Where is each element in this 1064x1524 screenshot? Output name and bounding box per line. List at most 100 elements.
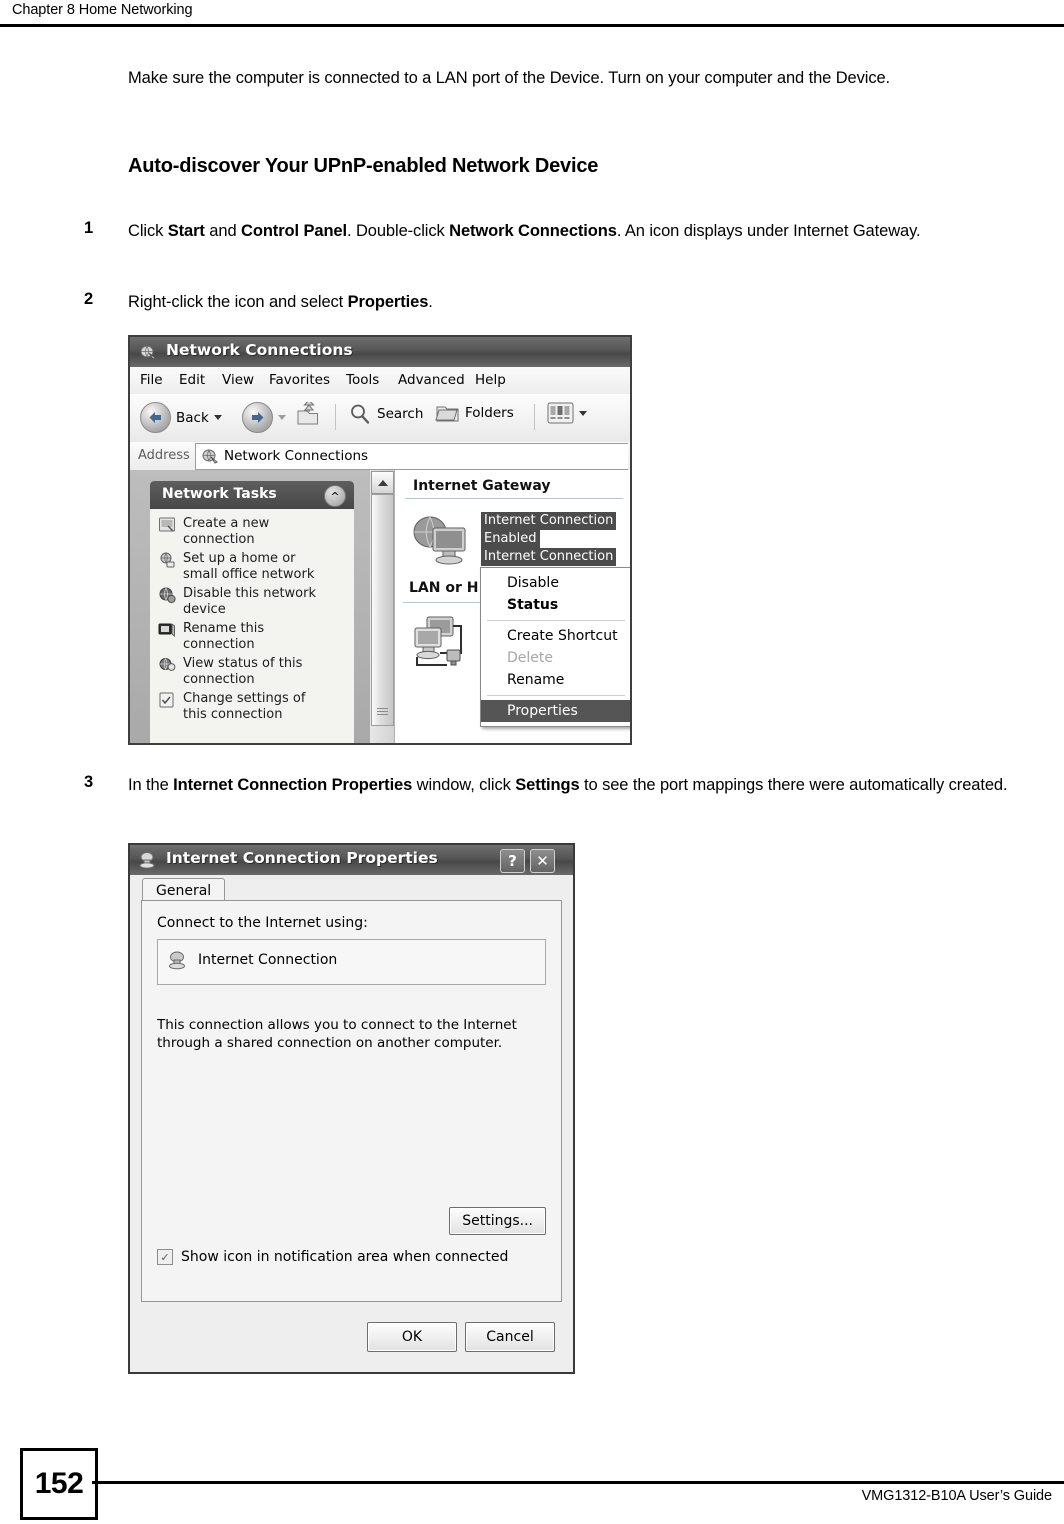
step-1-part-1: Click bbox=[128, 222, 168, 240]
search-button[interactable]: Search bbox=[348, 402, 423, 426]
up-button[interactable] bbox=[295, 402, 321, 428]
ok-button[interactable]: OK bbox=[367, 1322, 457, 1352]
page-number: 152 bbox=[34, 1467, 84, 1500]
dialog-title: Internet Connection Properties bbox=[166, 849, 438, 867]
rename-icon bbox=[158, 622, 175, 638]
task-disable-network-device[interactable]: Disable this network device bbox=[158, 586, 348, 618]
menu-item-edit[interactable]: Edit bbox=[179, 372, 205, 388]
step-3-part-1: In the bbox=[128, 776, 174, 794]
context-menu-item-disable[interactable]: Disable bbox=[481, 572, 630, 594]
connection-list-item[interactable]: Internet Connection bbox=[168, 950, 337, 970]
step-3-part-2: window, click bbox=[412, 776, 516, 794]
footer-divider bbox=[92, 1481, 1064, 1484]
step-3-part-3: to see the port mappings there were auto… bbox=[579, 776, 1008, 794]
show-icon-checkbox[interactable]: ✓ bbox=[157, 1249, 173, 1265]
chevron-up-icon[interactable]: ^ bbox=[324, 485, 346, 507]
show-icon-checkbox-label: Show icon in notification area when conn… bbox=[181, 1249, 509, 1265]
internet-connection-icon bbox=[169, 951, 185, 970]
internet-connection-icon bbox=[139, 852, 155, 869]
task-view-status[interactable]: View status of this connection bbox=[158, 656, 348, 688]
menu-item-tools[interactable]: Tools bbox=[346, 372, 379, 388]
cancel-button[interactable]: Cancel bbox=[465, 1322, 555, 1352]
step-3-number: 3 bbox=[84, 773, 94, 791]
up-folder-icon bbox=[297, 402, 318, 425]
connection-item-lan[interactable] bbox=[407, 612, 479, 678]
forward-dropdown-chevron-down-icon[interactable] bbox=[278, 415, 286, 420]
network-connections-icon bbox=[140, 345, 156, 360]
scrollbar-thumb[interactable] bbox=[371, 494, 394, 726]
task-label: Set up a home or small office network bbox=[183, 551, 315, 582]
task-label: Disable this network device bbox=[183, 586, 317, 617]
context-menu: Disable Status Create Shortcut Delete Re… bbox=[480, 567, 630, 727]
chevron-up-icon bbox=[377, 479, 388, 486]
step-1-bold-network-connections: Network Connections bbox=[449, 222, 617, 240]
address-bar: Address Network Connections bbox=[130, 442, 630, 471]
page-header: Chapter 8 Home Networking bbox=[0, 0, 1064, 27]
forward-button[interactable] bbox=[242, 402, 286, 433]
task-setup-home-network[interactable]: Set up a home or small office network bbox=[158, 551, 348, 583]
connection-list-item-label: Internet Connection bbox=[198, 952, 338, 968]
menu-item-view[interactable]: View bbox=[222, 372, 254, 388]
connection-device: Internet Connection bbox=[481, 548, 617, 566]
dialog-footer: OK Cancel bbox=[130, 1304, 573, 1372]
task-label: Create a new connection bbox=[183, 516, 270, 547]
window-titlebar: Network Connections bbox=[130, 337, 630, 367]
task-label: Change settings of this connection bbox=[183, 691, 306, 722]
step-2-bold-properties: Properties bbox=[347, 293, 429, 311]
menu-item-advanced[interactable]: Advanced bbox=[398, 372, 465, 388]
step-3-text: In the Internet Connection Properties wi… bbox=[128, 773, 1048, 798]
back-arrow-icon bbox=[140, 402, 171, 433]
connection-name: Internet Connection bbox=[481, 512, 617, 530]
context-menu-item-create-shortcut[interactable]: Create Shortcut bbox=[481, 625, 630, 647]
show-icon-checkbox-row[interactable]: ✓ Show icon in notification area when co… bbox=[157, 1249, 508, 1265]
connection-description: This connection allows you to connect to… bbox=[157, 1017, 517, 1051]
help-button[interactable]: ? bbox=[500, 849, 525, 873]
task-create-new-connection[interactable]: Create a new connection bbox=[158, 516, 348, 548]
step-1-part-4: . An icon displays under Internet Gatewa… bbox=[616, 222, 921, 240]
connection-status: Enabled bbox=[481, 530, 540, 548]
lan-connection-icon bbox=[414, 616, 462, 666]
network-tasks-list: Create a new connection Set up a home or… bbox=[150, 509, 354, 723]
window-title: Network Connections bbox=[166, 341, 353, 359]
back-dropdown-chevron-down-icon[interactable] bbox=[213, 415, 222, 420]
folders-button[interactable]: Folders bbox=[435, 402, 514, 424]
menu-item-file[interactable]: File bbox=[140, 372, 163, 388]
step-1-part-2: and bbox=[204, 222, 242, 240]
page-title: Auto-discover Your UPnP-enabled Network … bbox=[128, 155, 599, 177]
connection-listbox[interactable]: Internet Connection bbox=[157, 939, 546, 985]
group-divider-1 bbox=[405, 498, 623, 499]
internet-connection-properties-dialog-screenshot: Internet Connection Properties ? ✕ Gener… bbox=[128, 843, 575, 1374]
back-button[interactable]: Back bbox=[140, 402, 222, 433]
menu-item-help[interactable]: Help bbox=[475, 372, 506, 388]
scroll-up-button[interactable] bbox=[371, 471, 394, 494]
views-button[interactable] bbox=[547, 402, 587, 424]
views-dropdown-chevron-down-icon[interactable] bbox=[579, 410, 587, 416]
context-menu-item-properties[interactable]: Properties bbox=[481, 700, 630, 722]
context-menu-item-status[interactable]: Status bbox=[481, 594, 630, 616]
task-rename-connection[interactable]: Rename this connection bbox=[158, 621, 348, 653]
step-2-text: Right-click the icon and select Properti… bbox=[128, 290, 1033, 315]
network-connections-window-screenshot: Network Connections File Edit View Favor… bbox=[128, 335, 632, 745]
close-icon[interactable]: ✕ bbox=[530, 849, 555, 873]
connections-content-pane: Internet Gateway Internet Connection Ena… bbox=[395, 470, 630, 743]
connection-item-internet-gateway[interactable] bbox=[409, 510, 475, 576]
vertical-scrollbar[interactable] bbox=[370, 470, 395, 743]
menu-item-favorites[interactable]: Favorites bbox=[269, 372, 330, 388]
context-menu-separator-1 bbox=[487, 620, 625, 621]
scrollbar-grip-icon bbox=[377, 708, 388, 715]
address-input[interactable]: Network Connections bbox=[195, 443, 628, 470]
folders-button-label: Folders bbox=[465, 405, 514, 421]
header-divider bbox=[0, 24, 1064, 27]
view-status-icon bbox=[159, 658, 176, 671]
toolbar-separator-1 bbox=[335, 404, 336, 430]
step-2-part-1: Right-click the icon and select bbox=[128, 293, 348, 311]
step-2-number: 2 bbox=[84, 290, 94, 308]
context-menu-item-rename[interactable]: Rename bbox=[481, 669, 630, 691]
views-icon bbox=[547, 402, 574, 424]
magnifier-icon bbox=[351, 404, 370, 424]
task-change-settings[interactable]: Change settings of this connection bbox=[158, 691, 348, 723]
step-1-bold-start: Start bbox=[167, 222, 205, 240]
settings-button[interactable]: Settings... bbox=[449, 1207, 546, 1235]
internet-gateway-icon bbox=[413, 516, 466, 565]
step-1-text: Click Start and Control Panel. Double-cl… bbox=[128, 219, 1033, 244]
